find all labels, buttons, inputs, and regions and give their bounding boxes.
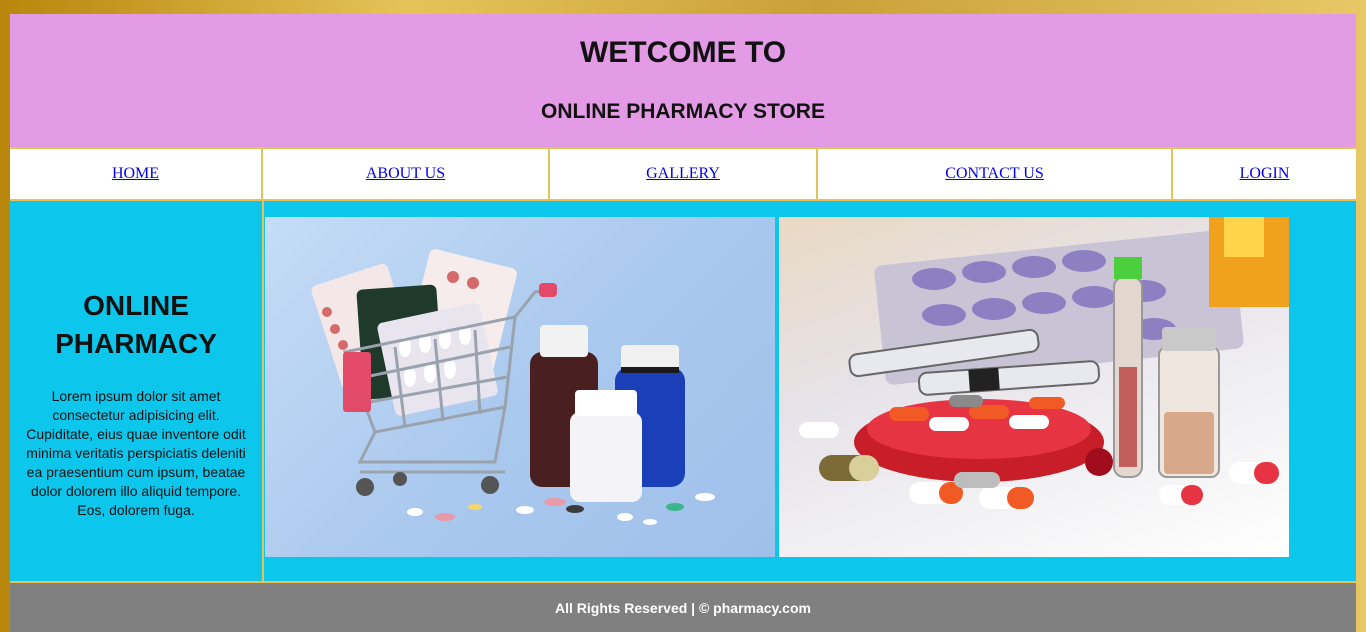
main-nav: HOME ABOUT US GALLERY CONTACT US LOGIN	[10, 149, 1356, 199]
pills-syringe-vials-photo	[779, 217, 1289, 557]
shopping-cart-icon	[311, 249, 715, 525]
nav-link-home[interactable]: HOME	[112, 165, 159, 183]
sidebar-title: ONLINE PHARMACY	[55, 290, 217, 359]
nav-item-login: LOGIN	[1173, 149, 1356, 199]
nav-item-gallery: GALLERY	[550, 149, 816, 199]
nav-link-gallery[interactable]: GALLERY	[646, 165, 720, 183]
footer-copyright: All Rights Reserved | © pharmacy.com	[555, 599, 811, 616]
nav-item-about: ABOUT US	[263, 149, 548, 199]
page-subtitle: ONLINE PHARMACY STORE	[541, 100, 825, 123]
nav-link-login[interactable]: LOGIN	[1240, 165, 1290, 183]
page-frame: WETCOME TO ONLINE PHARMACY STORE HOME AB…	[10, 14, 1356, 632]
pills-icon	[799, 217, 1289, 509]
nav-item-contact: CONTACT US	[818, 149, 1171, 199]
nav-link-about[interactable]: ABOUT US	[366, 165, 445, 183]
nav-item-home: HOME	[10, 149, 261, 199]
main-content: ONLINE PHARMACY Lorem ipsum dolor sit am…	[10, 201, 1356, 581]
site-header: WETCOME TO ONLINE PHARMACY STORE	[10, 14, 1356, 147]
page-title: WETCOME TO	[579, 36, 787, 69]
nav-link-contact[interactable]: CONTACT US	[945, 165, 1043, 183]
site-footer: All Rights Reserved | © pharmacy.com	[10, 583, 1356, 632]
sidebar-description: Lorem ipsum dolor sit amet consectetur a…	[26, 388, 246, 518]
sidebar: ONLINE PHARMACY Lorem ipsum dolor sit am…	[10, 201, 262, 581]
image-gallery	[264, 201, 1356, 581]
shopping-cart-medicine-photo	[265, 217, 775, 557]
